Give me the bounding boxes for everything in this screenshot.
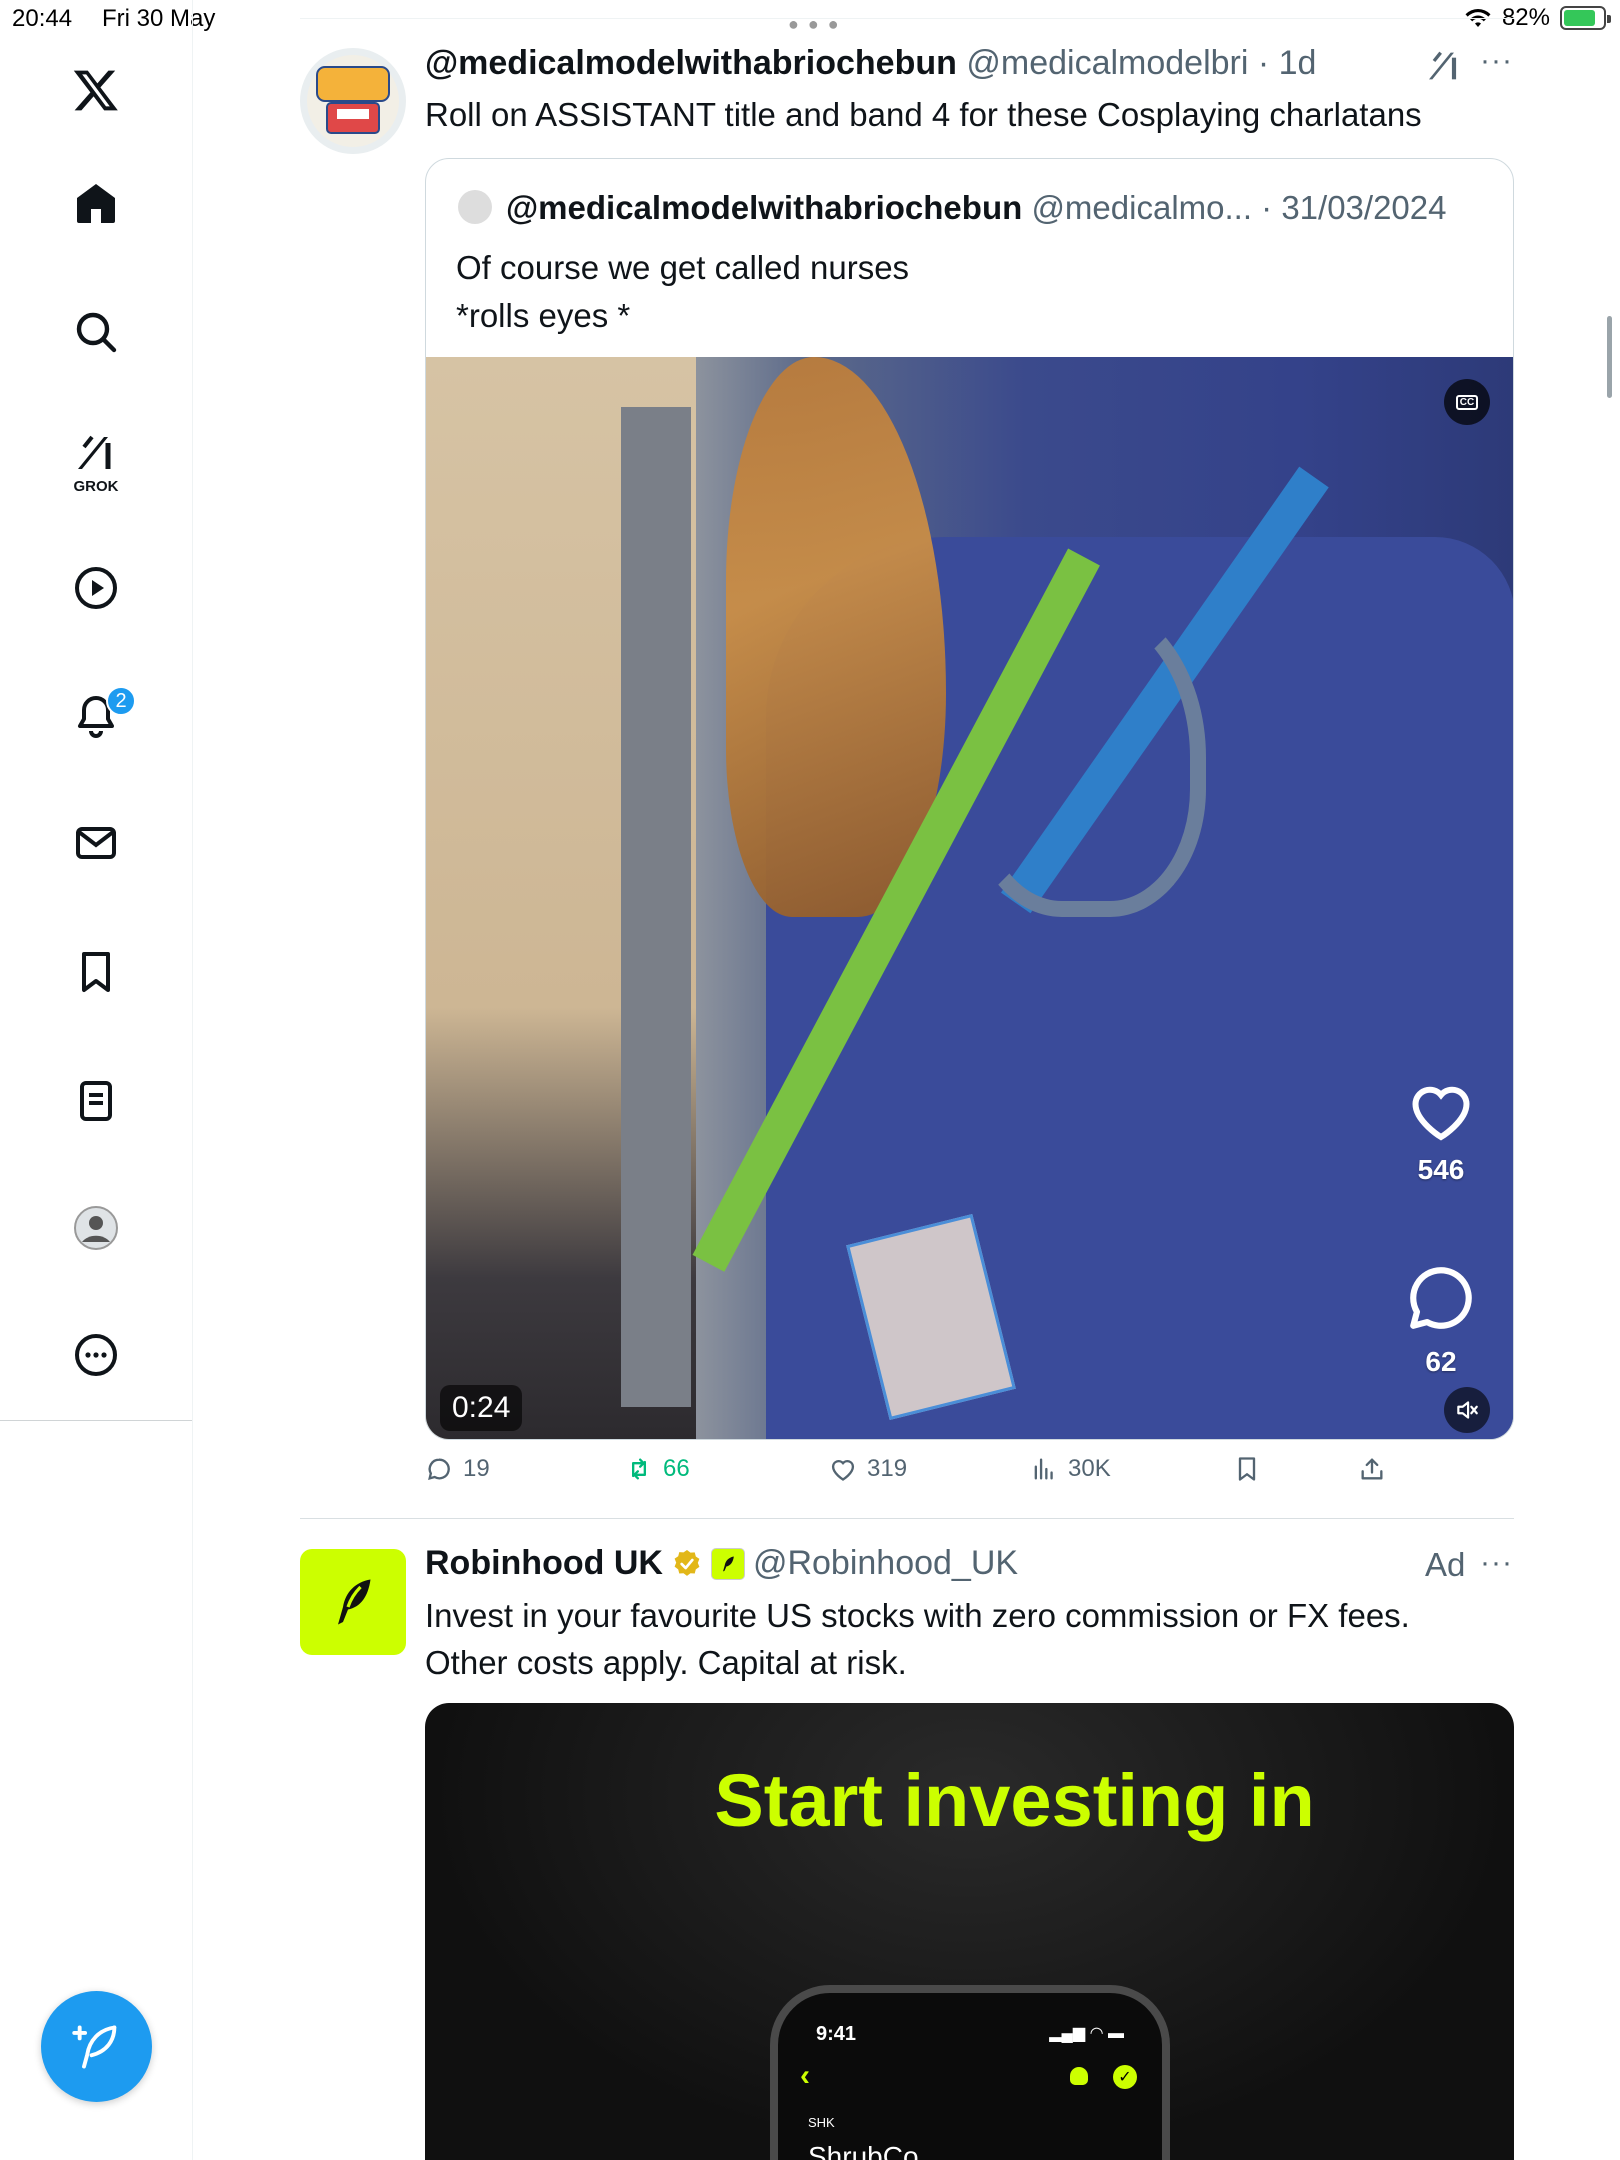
- sidebar: GROK 2: [0, 0, 193, 2160]
- search-icon[interactable]: [66, 302, 126, 362]
- video-like-count: 546: [1417, 1154, 1465, 1185]
- feed-top-border: [300, 18, 1514, 19]
- messages-envelope-icon[interactable]: [66, 813, 126, 873]
- phone-company-name: ShrubCo: [808, 2141, 919, 2160]
- general-medical-council-logo-icon: [307, 55, 399, 147]
- robinhood-feather-logo-icon: [338, 1579, 371, 1625]
- heart-icon: [831, 1460, 855, 1481]
- compose-post-button[interactable]: [41, 1991, 152, 2102]
- view-count: 30K: [1068, 1455, 1111, 1482]
- comment-bubble-icon: [1410, 1267, 1472, 1329]
- battery-icon: [1560, 6, 1611, 30]
- analytics-bars-icon: [1034, 1458, 1053, 1480]
- share-button[interactable]: [1358, 1455, 1386, 1483]
- author-handle[interactable]: @medicalmodelbri: [966, 44, 1248, 82]
- scrollbar-thumb[interactable]: [1607, 316, 1612, 398]
- reply-button[interactable]: 19: [425, 1455, 490, 1483]
- ad-text-line-1: Invest in your favourite US stocks with …: [425, 1597, 1410, 1634]
- ad-label: Ad: [1425, 1546, 1466, 1583]
- views-button[interactable]: 30K: [1030, 1455, 1111, 1483]
- video-duration: 0:24: [440, 1385, 523, 1431]
- quoted-text-line-2: *rolls eyes *: [456, 297, 631, 334]
- tweet-divider: [300, 1518, 1514, 1519]
- notifications-badge: 2: [106, 686, 136, 716]
- profile-avatar-icon[interactable]: [66, 1198, 126, 1258]
- quoted-author-avatar: [458, 190, 492, 224]
- ad-display-name[interactable]: Robinhood UK: [425, 1544, 663, 1583]
- reply-icon: [428, 1458, 450, 1480]
- bookmark-button[interactable]: [1233, 1455, 1261, 1483]
- author-display-name[interactable]: @medicalmodelwithabriochebun: [425, 44, 957, 82]
- ad-headline: Start investing in: [714, 1759, 1315, 1842]
- heart-outline-icon: [1412, 1086, 1470, 1141]
- phone-bell-icon: [1070, 2067, 1088, 2085]
- battery-level-fill: [1564, 10, 1596, 26]
- more-circle-icon[interactable]: [66, 1325, 126, 1385]
- home-icon[interactable]: [66, 173, 126, 233]
- tweet-author-avatar[interactable]: [300, 48, 406, 154]
- video-play-icon[interactable]: [66, 558, 126, 618]
- phone-time: 9:41: [816, 2023, 857, 2045]
- captions-button[interactable]: CC: [1444, 379, 1490, 425]
- tweet-timestamp[interactable]: · 1d: [1258, 44, 1317, 82]
- like-count: 319: [867, 1455, 908, 1482]
- grok-explain-icon[interactable]: [1424, 46, 1464, 86]
- like-button[interactable]: 319: [829, 1455, 907, 1483]
- repost-button[interactable]: 66: [625, 1455, 690, 1483]
- tweet-text: Roll on ASSISTANT title and band 4 for t…: [425, 96, 1422, 133]
- quoted-date: · 31/03/2024: [1261, 189, 1447, 226]
- quoted-tweet-header: @medicalmodelwithabriochebun @medicalmo.…: [506, 189, 1447, 227]
- share-icon: [1361, 1458, 1383, 1480]
- repost-icon: [632, 1458, 646, 1480]
- bookmark-icon: [1238, 1457, 1256, 1481]
- video-comment-count: 62: [1425, 1346, 1457, 1377]
- ad-text-line-2: Other costs apply. Capital at risk.: [425, 1644, 907, 1681]
- grok-label: GROK: [73, 478, 119, 495]
- verified-badge-icon: [674, 1549, 700, 1576]
- repost-count: 66: [663, 1455, 690, 1482]
- ad-handle[interactable]: @Robinhood_UK: [753, 1544, 1018, 1583]
- bookmarks-icon[interactable]: [66, 942, 126, 1002]
- quoted-display-name: @medicalmodelwithabriochebun: [506, 189, 1023, 226]
- grok-icon[interactable]: [66, 423, 126, 483]
- quoted-handle: @medicalmo...: [1031, 189, 1252, 226]
- ad-more-options-icon[interactable]: ···: [1480, 1546, 1520, 1579]
- phone-signal-icon: ▂▄▆ ◠ ▬: [1049, 2025, 1124, 2042]
- quoted-text-line-1: Of course we get called nurses: [456, 249, 910, 286]
- captions-label: CC: [1455, 394, 1479, 410]
- x-logo-icon[interactable]: [66, 60, 126, 120]
- robinhood-avatar[interactable]: [300, 1549, 406, 1655]
- more-options-icon[interactable]: ···: [1480, 44, 1520, 77]
- ad-header: Robinhood UK @Robinhood_UK: [425, 1544, 1018, 1583]
- phone-mockup: 9:41 ▂▄▆ ◠ ▬ ‹ ✓ SHK ShrubCo: [770, 1985, 1170, 2160]
- tweet-header: @medicalmodelwithabriochebun @medicalmod…: [425, 44, 1316, 83]
- video-comment-overlay[interactable]: 62: [1386, 1261, 1496, 1378]
- phone-back-chevron-icon: ‹: [800, 2059, 810, 2092]
- affiliate-badge-icon: [710, 1547, 745, 1580]
- video-like-overlay[interactable]: 546: [1386, 1077, 1496, 1186]
- tweet-actions: 19 66 319 30K: [425, 1455, 1425, 1495]
- phone-check-icon: ✓: [1113, 2065, 1137, 2089]
- phone-ticker: SHK: [808, 2115, 835, 2130]
- mute-button[interactable]: [1444, 1387, 1490, 1433]
- video-player[interactable]: CC 546 62 0:24: [426, 357, 1513, 1439]
- speaker-muted-icon: [1457, 1401, 1478, 1419]
- quoted-tweet[interactable]: @medicalmodelwithabriochebun @medicalmo.…: [425, 158, 1514, 1440]
- sidebar-divider: [0, 1420, 192, 1421]
- ad-media-image[interactable]: Start investing in 9:41 ▂▄▆ ◠ ▬ ‹ ✓ SHK …: [425, 1703, 1514, 2160]
- reply-count: 19: [463, 1455, 490, 1482]
- status-bar: 20:44 Fri 30 May ● ● ● 82%: [0, 0, 1620, 40]
- lists-icon[interactable]: [66, 1071, 126, 1131]
- compose-quill-icon: [71, 2025, 116, 2068]
